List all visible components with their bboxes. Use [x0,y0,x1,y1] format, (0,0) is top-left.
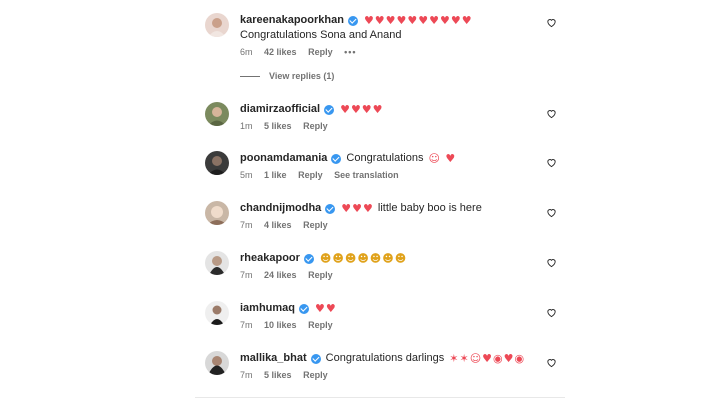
reply-button[interactable]: Reply [308,320,333,330]
comment-time[interactable]: 7m [240,370,253,380]
more-options-icon[interactable]: ••• [344,47,356,57]
verified-badge-icon [347,15,358,26]
comment-emoji: ♥♥ [315,302,337,315]
comment-username[interactable]: iamhumaq [240,301,295,316]
comment-username[interactable]: kareenakapoorkhan [240,13,344,28]
comment-username[interactable]: rheakapoor [240,251,300,266]
comment-username[interactable]: mallika_bhat [240,351,307,366]
comment-time[interactable]: 6m [240,47,253,57]
comment-emoji: ♥♥♥♥ [340,103,384,116]
avatar[interactable] [205,13,229,37]
verified-badge-icon [303,253,314,264]
comment-text: Congratulations [346,152,424,164]
reply-button[interactable]: Reply [303,220,328,230]
comment-time[interactable]: 7m [240,220,253,230]
verified-badge-icon [325,203,336,214]
comment-username[interactable]: diamirzaofficial [240,102,320,117]
comment-time[interactable]: 1m [240,121,253,131]
view-replies-label[interactable]: View replies (1) [269,71,334,81]
comment-time[interactable]: 7m [240,270,253,280]
like-heart-icon[interactable] [546,157,557,168]
comment-likes[interactable]: 24 likes [264,270,297,280]
comment-likes[interactable]: 42 likes [264,47,297,57]
view-replies-button[interactable]: View replies (1) [240,71,334,81]
like-heart-icon[interactable] [546,257,557,268]
divider [240,75,260,77]
avatar[interactable] [205,351,229,375]
comment-likes[interactable]: 5 likes [264,370,292,380]
comment-likes[interactable]: 10 likes [264,320,297,330]
see-translation-button[interactable]: See translation [334,170,399,180]
verified-badge-icon [331,153,342,164]
comment-text: Congratulations Sona and Anand [240,29,402,41]
verified-badge-icon [310,353,321,364]
avatar[interactable] [205,151,229,175]
like-heart-icon[interactable] [546,207,557,218]
reply-button[interactable]: Reply [303,370,328,380]
comment-emoji: ☺ ♥ [428,152,457,165]
avatar[interactable] [205,251,229,275]
comment-username[interactable]: chandnijmodha [240,201,321,216]
avatar[interactable] [205,201,229,225]
comment-username[interactable]: poonamdamania [240,151,327,166]
comment-text: little baby boo is here [377,202,482,214]
verified-badge-icon [299,303,310,314]
divider [195,397,565,398]
reply-button[interactable]: Reply [308,47,333,57]
comment-emoji: ♥♥♥ [341,202,374,215]
comment-likes[interactable]: 1 like [264,170,287,180]
reply-button[interactable]: Reply [298,170,323,180]
comment-emoji: ✶✶☺♥◉♥◉ [449,352,526,365]
like-heart-icon[interactable] [546,108,557,119]
comment-emoji: ☻☻☻☻☻☻☻ [319,252,408,265]
avatar[interactable] [205,102,229,126]
like-heart-icon[interactable] [546,307,557,318]
comment-time[interactable]: 7m [240,320,253,330]
like-heart-icon[interactable] [546,17,557,28]
comment-time[interactable]: 5m [240,170,253,180]
reply-button[interactable]: Reply [303,121,328,131]
like-heart-icon[interactable] [546,357,557,368]
avatar[interactable] [205,301,229,325]
comment-emoji: ♥♥♥♥♥♥♥♥♥♥ [363,14,473,27]
reply-button[interactable]: Reply [308,270,333,280]
verified-badge-icon [324,104,335,115]
comment-text: Congratulations darlings [325,352,445,364]
comment-likes[interactable]: 5 likes [264,121,292,131]
comment-likes[interactable]: 4 likes [264,220,292,230]
